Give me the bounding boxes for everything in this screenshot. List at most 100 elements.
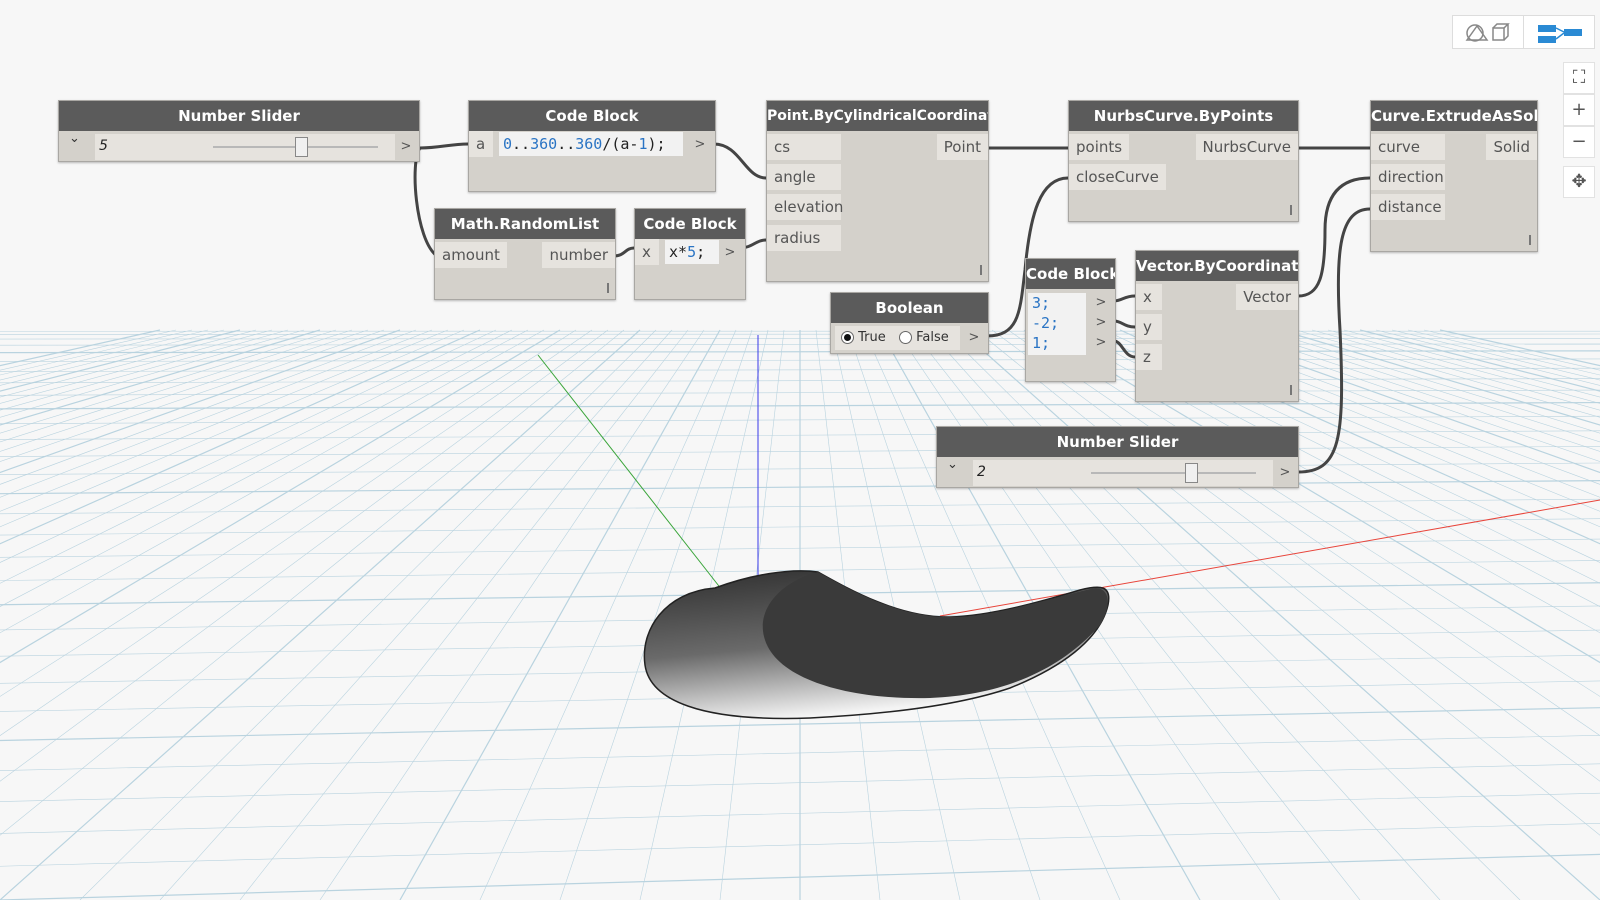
grid-line [1263,329,1600,434]
number-slider-node[interactable]: Number Slider ⌄ 2 > [936,426,1299,488]
point-by-cylindrical-coordinates-node[interactable]: Point.ByCylindricalCoordinates cs angle … [766,100,989,282]
node-title: Point.ByCylindricalCoordinates [767,101,988,131]
input-port-amount[interactable]: amount [435,242,507,268]
zoom-fit-icon: ⛶ [1572,67,1586,88]
zoom-out-button[interactable]: − [1563,126,1595,158]
pan-button[interactable]: ✥ [1563,166,1595,198]
output-arrow[interactable]: > [397,139,415,154]
resize-handle[interactable] [1290,205,1292,215]
code-block-node[interactable]: Code Block a 0..360..360/(a-1); > [468,100,716,192]
slider-track[interactable] [1091,472,1256,474]
output-port-vector[interactable]: Vector [1236,284,1298,310]
grid-line [0,329,305,418]
grid-line [0,329,417,485]
geometry-view-icon [1465,23,1510,42]
grid-line [1423,329,1600,371]
node-title: Math.RandomList [435,209,615,239]
input-port-distance[interactable]: distance [1371,194,1445,220]
grid-line [0,329,369,452]
code-block-node[interactable]: Code Block 3; -2; 1; > > > [1025,258,1116,382]
input-port-radius[interactable]: radius [767,225,841,251]
grid-line [0,329,481,545]
zoom-to-fit-button[interactable]: ⛶ [1563,62,1595,94]
grid-line [0,329,289,411]
input-port-direction[interactable]: direction [1371,164,1445,190]
zoom-in-button[interactable]: + [1563,94,1595,126]
node-title: Vector.ByCoordinates [1136,251,1298,281]
input-port-z[interactable]: z [1136,344,1162,370]
input-port-x[interactable]: x [635,239,659,265]
chevron-down-icon[interactable]: ⌄ [69,131,80,146]
resize-handle[interactable] [980,265,982,275]
grid-line [1199,329,1600,474]
resize-handle[interactable] [1290,385,1292,395]
code-line: 1; [1032,334,1051,352]
input-port-x[interactable]: x [1136,284,1162,310]
false-label: False [916,330,949,345]
slider-row: 5 [95,134,395,160]
node-title: NurbsCurve.ByPoints [1069,101,1298,131]
false-radio[interactable] [899,331,912,344]
output-arrow[interactable]: > [1276,465,1294,480]
graph-view-toggle[interactable] [1523,15,1595,49]
resize-handle[interactable] [607,283,609,293]
grid-line [0,329,273,404]
node-title: Code Block [635,209,745,239]
curve-extrude-as-solid-node[interactable]: Curve.ExtrudeAsSolid curve direction dis… [1370,100,1538,252]
grid-line [0,329,177,371]
output-arrow[interactable]: > [1092,335,1110,350]
input-port-y[interactable]: y [1136,314,1162,340]
slider-thumb[interactable] [1185,463,1198,483]
grid-line [0,329,593,736]
output-arrow[interactable]: > [691,137,709,152]
node-title: Code Block [1026,259,1115,289]
output-arrow[interactable]: > [1092,295,1110,310]
code-editor[interactable]: 3; -2; 1; [1028,293,1086,355]
vector-by-coordinates-node[interactable]: Vector.ByCoordinates x y z Vector [1135,250,1299,402]
boolean-node[interactable]: Boolean True False > [830,292,989,354]
true-option[interactable]: True [841,326,886,350]
false-option[interactable]: False [899,326,949,350]
grid-line [0,329,513,584]
grid-line [1359,329,1600,392]
output-arrow[interactable]: > [721,245,739,260]
input-port-closecurve[interactable]: closeCurve [1069,164,1166,190]
chevron-down-icon[interactable]: ⌄ [947,457,958,472]
code-line: 3; [1032,294,1051,312]
grid-line [1231,329,1600,452]
true-label: True [858,330,886,345]
grid-line [1183,329,1600,485]
number-slider-node[interactable]: Number Slider ⌄ 5 > [58,100,420,162]
grid-line [1311,329,1600,411]
output-arrow[interactable]: > [1092,315,1110,330]
input-port-curve[interactable]: curve [1371,134,1445,160]
output-port-point[interactable]: Point [936,134,988,160]
slider-row: 2 [973,460,1273,486]
code-block-node[interactable]: Code Block x x*5; > [634,208,746,300]
geometry-view-toggle[interactable] [1452,15,1524,49]
node-title: Number Slider [59,101,419,131]
slider-thumb[interactable] [295,137,308,157]
input-port-a[interactable]: a [469,131,493,157]
output-port-nurbscurve[interactable]: NurbsCurve [1195,134,1298,160]
resize-handle[interactable] [1529,235,1531,245]
axis-x [939,499,1600,617]
input-port-cs[interactable]: cs [767,134,841,160]
input-port-points[interactable]: points [1069,134,1130,160]
slider-value[interactable]: 5 [99,138,108,154]
code-editor[interactable]: x*5; [665,240,719,264]
output-port-solid[interactable]: Solid [1486,134,1537,160]
nurbscurve-by-points-node[interactable]: NurbsCurve.ByPoints points closeCurve Nu… [1068,100,1299,222]
slider-value[interactable]: 2 [977,464,986,480]
graph-view-icon [1538,25,1582,43]
output-arrow[interactable]: > [965,330,983,345]
grid-line [0,329,641,900]
grid-line [0,329,465,528]
output-port-number[interactable]: number [542,242,615,268]
axis-y [537,354,723,591]
input-port-elevation[interactable]: elevation [767,194,843,220]
true-radio[interactable] [841,331,854,344]
math-randomlist-node[interactable]: Math.RandomList amount number [434,208,616,300]
code-editor[interactable]: 0..360..360/(a-1); [499,132,683,156]
input-port-angle[interactable]: angle [767,164,841,190]
